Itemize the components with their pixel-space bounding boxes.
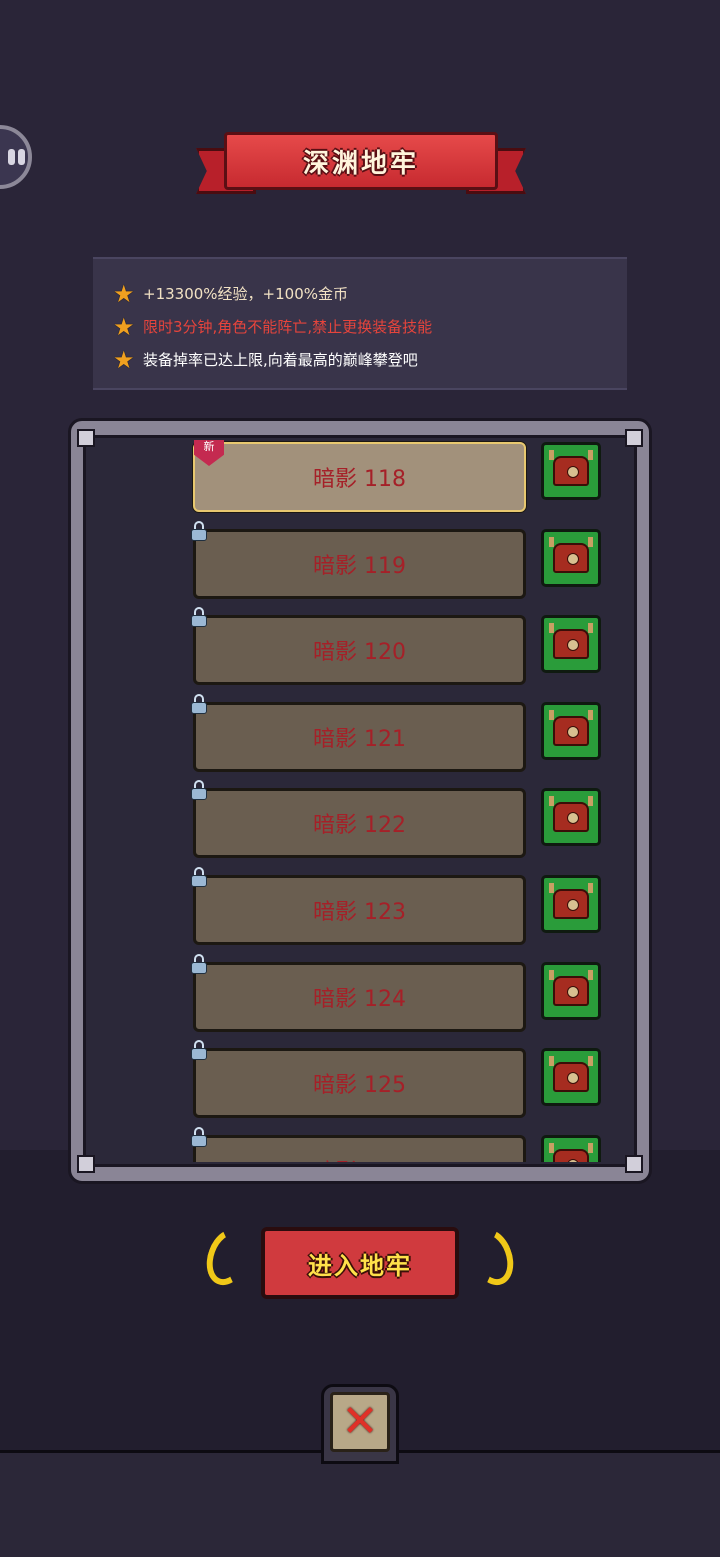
enter-dungeon-button[interactable]: 进入地牢 — [261, 1227, 459, 1299]
level-card[interactable]: 暗影 126 — [193, 1134, 526, 1162]
level-row[interactable]: 暗影 119 — [115, 520, 620, 611]
level-label: 暗影 124 — [313, 986, 406, 1012]
lock-icon — [191, 867, 207, 887]
level-row[interactable]: 暗影 118 新 — [115, 440, 620, 524]
lock-icon — [191, 780, 207, 801]
reward-chest-button[interactable] — [541, 875, 601, 933]
level-card[interactable]: 暗影 124 — [193, 961, 526, 1032]
level-row[interactable]: 暗影 122 — [115, 780, 620, 870]
treasure-chest-icon — [549, 450, 593, 486]
reward-chest-button[interactable] — [541, 528, 601, 587]
ribbon-band: 深渊地牢 — [224, 132, 498, 190]
close-icon: ✕ — [341, 1396, 379, 1447]
level-label: 暗影 119 — [313, 553, 406, 579]
reward-chest-button[interactable] — [541, 442, 601, 500]
reward-chest-button[interactable] — [541, 1134, 601, 1162]
level-row[interactable]: 暗影 126 — [115, 1126, 620, 1162]
frame-corner — [625, 429, 643, 447]
frame-corner — [77, 429, 95, 447]
frame-corner — [77, 1155, 95, 1173]
reward-chest-button[interactable] — [541, 701, 601, 760]
level-card[interactable]: 暗影 119 — [193, 528, 526, 599]
info-row: ★ 限时3分钟,角色不能阵亡,禁止更换装备技能 — [93, 310, 627, 343]
level-label: 暗影 118 — [313, 467, 406, 492]
level-card[interactable]: 暗影 122 — [193, 788, 526, 859]
treasure-chest-icon — [549, 796, 593, 833]
info-panel: ★ +13300%经验，+100%金币 ★ 限时3分钟,角色不能阵亡,禁止更换装… — [93, 257, 627, 390]
treasure-chest-icon — [549, 536, 593, 573]
lock-icon — [191, 520, 207, 541]
star-icon: ★ — [113, 312, 135, 341]
level-label: 暗影 123 — [313, 900, 406, 925]
reward-chest-button[interactable] — [541, 615, 601, 674]
frame-corner — [625, 1155, 643, 1173]
level-row[interactable]: 暗影 125 — [115, 1040, 620, 1130]
close-button[interactable]: ✕ — [330, 1392, 390, 1452]
level-label: 暗影 121 — [313, 726, 406, 752]
level-row[interactable]: 暗影 123 — [115, 867, 620, 957]
level-row[interactable]: 暗影 120 — [115, 607, 620, 697]
title-ribbon: 深渊地牢 — [196, 130, 526, 202]
level-list[interactable]: 暗影 118 新暗影 119 暗影 120 暗影 121 暗影 122 暗影 123 暗影 … — [115, 440, 620, 1162]
level-card[interactable]: 暗影 120 — [193, 615, 526, 686]
info-text-rules: 限时3分钟,角色不能阵亡,禁止更换装备技能 — [143, 318, 433, 336]
treasure-chest-icon — [549, 709, 593, 746]
lock-icon — [191, 1040, 207, 1061]
info-text-reward: +13300%经验，+100%金币 — [143, 285, 348, 303]
treasure-chest-icon — [549, 1142, 593, 1162]
level-label: 暗影 126 — [313, 1154, 406, 1162]
treasure-chest-icon — [549, 1056, 593, 1093]
info-row: ★ +13300%经验，+100%金币 — [93, 277, 627, 310]
lock-icon — [191, 607, 207, 628]
treasure-chest-icon — [549, 623, 593, 660]
treasure-chest-icon — [549, 969, 593, 1006]
star-icon: ★ — [113, 279, 135, 308]
level-label: 暗影 125 — [313, 1073, 406, 1099]
level-card[interactable]: 暗影 121 — [193, 701, 526, 772]
reward-chest-button[interactable] — [541, 788, 601, 847]
level-label: 暗影 122 — [313, 813, 406, 839]
treasure-chest-icon — [549, 883, 593, 919]
reward-chest-button[interactable] — [541, 961, 601, 1020]
level-card[interactable]: 暗影 125 — [193, 1048, 526, 1119]
level-card[interactable]: 暗影 118 — [193, 442, 526, 512]
side-menu-toggle[interactable] — [0, 125, 32, 189]
reward-chest-button[interactable] — [541, 1048, 601, 1107]
lock-icon — [191, 1126, 207, 1147]
level-row[interactable]: 暗影 121 — [115, 693, 620, 784]
info-row: ★ 装备掉率已达上限,向着最高的巅峰攀登吧 — [93, 343, 627, 376]
star-icon: ★ — [113, 345, 135, 374]
lock-icon — [191, 693, 207, 714]
info-text-droprate: 装备掉率已达上限,向着最高的巅峰攀登吧 — [143, 351, 418, 369]
page-title: 深渊地牢 — [302, 148, 419, 179]
level-card[interactable]: 暗影 123 — [193, 875, 526, 945]
enter-dungeon-label: 进入地牢 — [308, 1251, 412, 1280]
level-row[interactable]: 暗影 124 — [115, 953, 620, 1044]
level-label: 暗影 120 — [313, 640, 406, 666]
lock-icon — [191, 953, 207, 974]
ground-strip — [0, 1450, 720, 1557]
